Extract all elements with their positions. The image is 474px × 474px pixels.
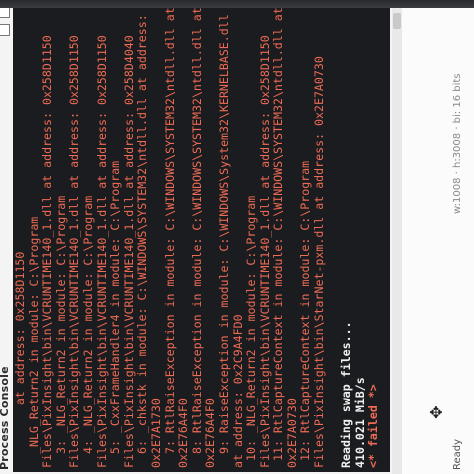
console-line: 6: _chkstk in module: C:\WINDOWS\SYSTEM3… [135, 14, 150, 468]
console-line: Files\PixInsight\bin\StarNet-pxm.dll at … [312, 56, 327, 468]
window-buttons [0, 8, 10, 36]
console-line: Files\PixInsight\bin\VCRUNTIME140_1.dll … [94, 35, 109, 468]
close-window-button[interactable] [0, 8, 10, 18]
console-line: 3: _NLG_Return2 in module: C:\Program [53, 195, 68, 468]
console-line: 0x2E76A4F0 [176, 398, 191, 468]
image-info-label: w:1008 · h:3008 · bi: 16 bits [452, 73, 463, 214]
console-line: 0x2E7A0730 [284, 398, 299, 468]
scrollbar-thumb[interactable] [393, 13, 401, 29]
float-window-button[interactable] [0, 24, 10, 36]
console-line: 410.021 MiB/s [352, 377, 367, 468]
console-line: _NLG_Return2 in module: C:\Program [26, 216, 41, 468]
console-line: 7: RtlRaiseException in module: C:\WINDO… [162, 8, 177, 468]
console-line: Files\PixInsight\bin\VCRUNTIME140_1.dll … [67, 35, 82, 468]
console-line: 10: _NLG_Return2 in module: C:\Program [244, 195, 259, 468]
console-line: Files\PixInsight\bin\VCRUNTIME140_1.dll … [121, 35, 136, 468]
screen: Process Console at address: 0x258D1150 _… [0, 8, 474, 474]
window-title: Process Console [0, 366, 11, 470]
move-cursor-icon: ✥ [429, 403, 443, 422]
console-line: 0x2E7A1730 [148, 398, 163, 468]
console-line: 5: _CxxFrameHandler4 in module: C:\Progr… [108, 160, 123, 468]
console-line: <* failed *> [366, 384, 381, 468]
console-line: at address: 0x258D1150 [13, 251, 27, 468]
console-line: 9: RaiseException in module: C:\WINDOWS\… [216, 14, 231, 468]
console-log: at address: 0x258D1150 _NLG_Return2 in m… [13, 8, 381, 472]
console-line: 4: _NLG_Return2 in module: C:\Program [80, 195, 95, 468]
console-line: 12: RtlCaptureContext in module: C:\Prog… [298, 160, 313, 468]
console-output[interactable]: at address: 0x258D1150 _NLG_Return2 in m… [13, 8, 390, 472]
console-line: 11: RtlCaptureContext in module: C:\WIND… [271, 8, 286, 468]
console-line: Reading swap files... [339, 321, 354, 468]
monitor-bezel [0, 0, 474, 8]
console-line: 8: RtlRaiseException in module: C:\WINDO… [189, 8, 204, 468]
console-line: at address: 0x2C9A4FD0 [230, 314, 245, 468]
status-ready-label: Ready [452, 438, 463, 470]
console-frame: Process Console at address: 0x258D1150 _… [0, 8, 392, 474]
console-line: Files\PixInsight\bin\VCRUNTIME140_1.dll … [257, 35, 272, 468]
horizontal-scrollbar[interactable] [392, 8, 402, 474]
console-line: 0x2E76A4F0 [203, 398, 218, 468]
console-line: Files\PixInsight\bin\VCRUNTIME140_1.dll … [40, 35, 55, 468]
process-console-window: Process Console at address: 0x258D1150 _… [0, 8, 474, 474]
